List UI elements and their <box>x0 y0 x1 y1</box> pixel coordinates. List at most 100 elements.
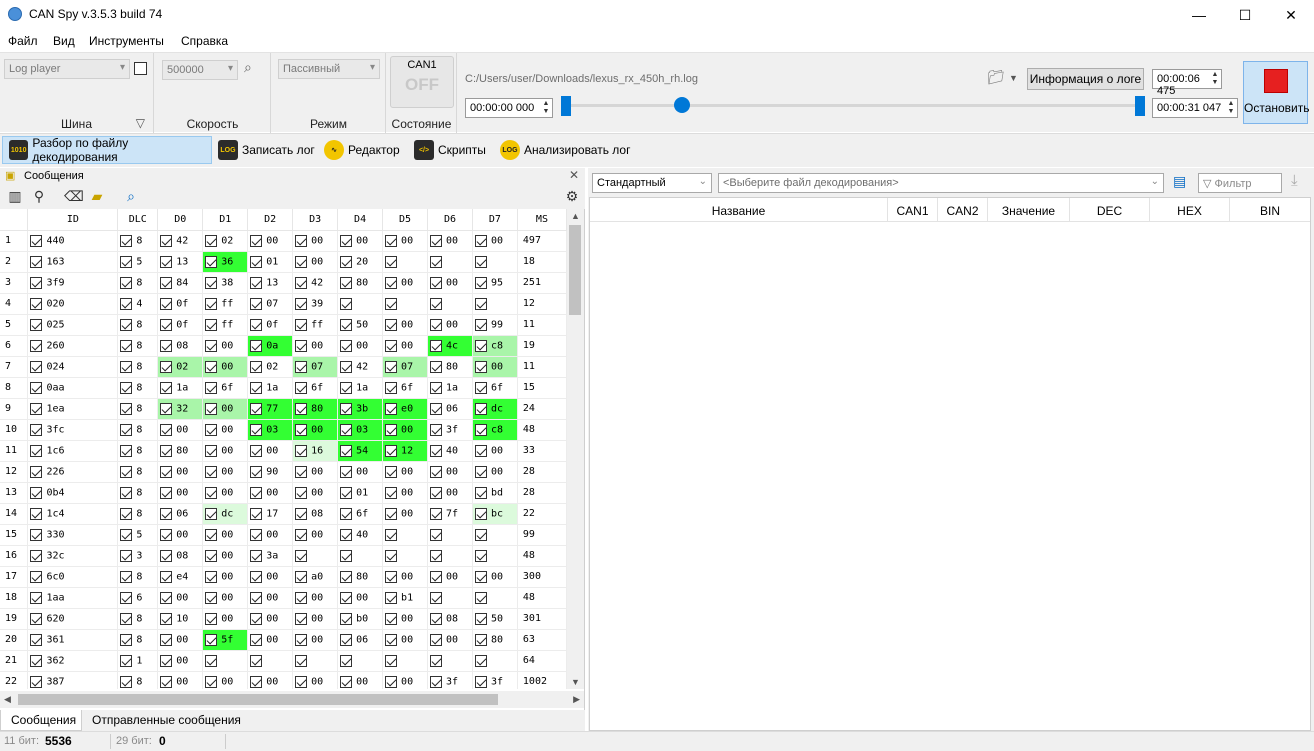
checkbox[interactable] <box>295 528 308 541</box>
column-header-d0[interactable]: D0 <box>157 209 204 231</box>
checkbox[interactable] <box>340 486 353 499</box>
checkbox[interactable] <box>385 633 398 646</box>
checkbox[interactable] <box>295 234 308 247</box>
scroll-left-icon[interactable]: ◀ <box>4 694 11 705</box>
checkbox[interactable] <box>160 633 173 646</box>
checkbox[interactable] <box>250 360 263 373</box>
checkbox[interactable] <box>340 675 353 688</box>
time-spinner[interactable]: ▲ ▼ <box>1226 100 1236 116</box>
checkbox[interactable] <box>474 297 487 310</box>
checkbox[interactable] <box>205 276 218 289</box>
checkbox[interactable] <box>120 528 133 541</box>
checkbox[interactable] <box>250 654 263 667</box>
vertical-scrollbar[interactable]: ▲ ▼ <box>567 209 584 689</box>
timeline-track[interactable] <box>568 104 1138 107</box>
checkbox[interactable] <box>340 591 353 604</box>
checkbox[interactable] <box>120 360 133 373</box>
checkbox[interactable] <box>295 465 308 478</box>
maximize-button[interactable]: ☐ <box>1222 0 1268 30</box>
table-row[interactable]: 22 387 8 00 00 00 00 00 00 3f 3f 1002 <box>0 671 567 689</box>
tab-record-log[interactable]: LOG Записать лог <box>212 136 315 164</box>
checkbox[interactable] <box>160 549 173 562</box>
checkbox[interactable] <box>205 507 218 520</box>
checkbox[interactable] <box>120 339 133 352</box>
checkbox[interactable] <box>30 465 43 478</box>
table-row[interactable]: 19 620 8 10 00 00 00 b0 00 08 50 301 <box>0 608 567 630</box>
checkbox[interactable] <box>160 381 173 394</box>
column-header-ms[interactable]: MS <box>517 209 567 231</box>
checkbox[interactable] <box>30 549 43 562</box>
checkbox[interactable] <box>120 633 133 646</box>
menu-view[interactable]: Вид <box>53 34 75 48</box>
checkbox[interactable] <box>295 612 308 625</box>
checkbox[interactable] <box>205 486 218 499</box>
checkbox[interactable] <box>250 444 263 457</box>
checkbox[interactable] <box>30 423 43 436</box>
checkbox[interactable] <box>340 549 353 562</box>
column-header-d2[interactable]: D2 <box>247 209 294 231</box>
checkbox[interactable] <box>30 255 43 268</box>
checkbox[interactable] <box>474 486 487 499</box>
menu-tools[interactable]: Инструменты <box>89 34 164 48</box>
checkbox[interactable] <box>120 318 133 331</box>
checkbox[interactable] <box>385 444 398 457</box>
checkbox[interactable] <box>430 381 442 394</box>
checkbox[interactable] <box>250 549 263 562</box>
checkbox[interactable] <box>205 654 218 667</box>
column-header-dec[interactable]: DEC <box>1070 198 1150 222</box>
checkbox[interactable] <box>385 297 398 310</box>
checkbox[interactable] <box>385 423 398 436</box>
checkbox[interactable] <box>160 402 173 415</box>
checkbox[interactable] <box>295 633 308 646</box>
tab-decode[interactable]: 1010 Разбор по файлу декодирования <box>2 136 212 164</box>
checkbox[interactable] <box>250 255 263 268</box>
tab-editor[interactable]: ∿ Редактор <box>318 136 400 164</box>
checkbox[interactable] <box>385 255 398 268</box>
column-header-name[interactable]: Название <box>590 198 888 222</box>
checkbox[interactable] <box>474 444 487 457</box>
checkbox[interactable] <box>385 549 398 562</box>
checkbox[interactable] <box>160 528 173 541</box>
checkbox[interactable] <box>120 612 133 625</box>
checkbox[interactable] <box>295 570 308 583</box>
checkbox[interactable] <box>160 423 173 436</box>
checkbox[interactable] <box>250 507 263 520</box>
checkbox[interactable] <box>295 591 308 604</box>
checkbox[interactable] <box>30 570 43 583</box>
scroll-up-icon[interactable]: ▲ <box>571 211 580 221</box>
checkbox[interactable] <box>205 444 218 457</box>
bus-checkbox[interactable] <box>134 62 147 75</box>
checkbox[interactable] <box>430 255 442 268</box>
mode-combo[interactable]: Пассивный ▾ <box>278 59 380 79</box>
can1-state-toggle[interactable]: CAN1 OFF <box>390 56 454 108</box>
checkbox[interactable] <box>295 444 308 457</box>
checkbox[interactable] <box>250 402 263 415</box>
checkbox[interactable] <box>430 444 442 457</box>
checkbox[interactable] <box>250 591 263 604</box>
checkbox[interactable] <box>385 612 398 625</box>
checkbox[interactable] <box>340 276 353 289</box>
table-row[interactable]: 5 025 8 0f ff 0f ff 50 00 00 99 11 <box>0 314 567 336</box>
checkbox[interactable] <box>474 234 487 247</box>
checkbox[interactable] <box>385 591 398 604</box>
gear-icon[interactable]: ⚙ <box>563 188 581 206</box>
checkbox[interactable] <box>385 528 398 541</box>
chevron-down-icon[interactable]: ▼ <box>1009 73 1018 83</box>
checkbox[interactable] <box>430 360 442 373</box>
checkbox[interactable] <box>205 234 218 247</box>
checkbox[interactable] <box>205 465 218 478</box>
tab-sent-messages[interactable]: Отправленные сообщения <box>82 710 251 731</box>
column-header-row-number[interactable] <box>0 209 29 231</box>
table-row[interactable]: 6 260 8 08 00 0a 00 00 00 4c c8 19 <box>0 335 567 357</box>
checkbox[interactable] <box>474 570 487 583</box>
table-row[interactable]: 21 362 1 00 64 <box>0 650 567 672</box>
checkbox[interactable] <box>385 486 398 499</box>
table-row[interactable]: 8 0aa 8 1a 6f 1a 6f 1a 6f 1a 6f 15 <box>0 377 567 399</box>
checkbox[interactable] <box>474 591 487 604</box>
checkbox[interactable] <box>340 423 353 436</box>
checkbox[interactable] <box>340 570 353 583</box>
checkbox[interactable] <box>430 402 442 415</box>
checkbox[interactable] <box>250 339 263 352</box>
checkbox[interactable] <box>160 339 173 352</box>
checkbox[interactable] <box>160 612 173 625</box>
